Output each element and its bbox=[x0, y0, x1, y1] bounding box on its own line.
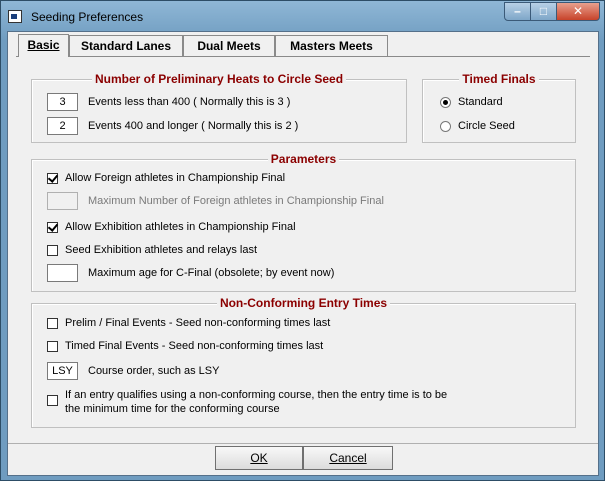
tab-basic[interactable]: Basic bbox=[18, 34, 69, 57]
course-order-input[interactable]: LSY bbox=[47, 362, 78, 380]
allow-foreign-checkbox[interactable] bbox=[47, 172, 58, 184]
title-bar[interactable]: Seeding Preferences – □ ✕ bbox=[1, 1, 604, 31]
close-icon: ✕ bbox=[572, 4, 584, 18]
timed-finals-group: Timed Finals Standard Circle Seed bbox=[422, 72, 576, 143]
heats-long-input[interactable]: 2 bbox=[47, 117, 78, 135]
heats-legend: Number of Preliminary Heats to Circle Se… bbox=[32, 72, 406, 86]
radio-circle-seed-label: Circle Seed bbox=[458, 120, 515, 132]
radio-circle-seed-button[interactable] bbox=[440, 120, 451, 132]
nonconforming-title: Non-Conforming Entry Times bbox=[216, 296, 391, 310]
allow-foreign-label: Allow Foreign athletes in Championship F… bbox=[65, 172, 286, 184]
tab-standard-lanes[interactable]: Standard Lanes bbox=[69, 35, 183, 56]
course-order-label: Course order, such as LSY bbox=[88, 365, 220, 377]
timed-final-row[interactable]: Timed Final Events - Seed non-conforming… bbox=[47, 340, 323, 352]
prelim-final-label: Prelim / Final Events - Seed non-conform… bbox=[65, 317, 331, 329]
max-foreign-label: Maximum Number of Foreign athletes in Ch… bbox=[88, 195, 384, 207]
radio-standard-label: Standard bbox=[458, 96, 503, 108]
heats-group: Number of Preliminary Heats to Circle Se… bbox=[31, 72, 407, 143]
footer-separator bbox=[8, 443, 598, 444]
radio-standard[interactable]: Standard bbox=[440, 96, 503, 108]
parameters-title: Parameters bbox=[267, 152, 340, 166]
allow-foreign-row[interactable]: Allow Foreign athletes in Championship F… bbox=[47, 172, 285, 184]
allow-exhibition-label: Allow Exhibition athletes in Championshi… bbox=[65, 221, 296, 233]
heats-short-input[interactable]: 3 bbox=[47, 93, 78, 111]
max-age-input[interactable] bbox=[47, 264, 78, 282]
allow-exhibition-row[interactable]: Allow Exhibition athletes in Championshi… bbox=[47, 221, 296, 233]
tab-basic-label: Basic bbox=[27, 38, 60, 52]
timed-final-checkbox[interactable] bbox=[47, 340, 58, 352]
tab-strip-line bbox=[16, 56, 590, 57]
heats-row-short: 3 Events less than 400 ( Normally this i… bbox=[47, 93, 290, 111]
minimize-button[interactable]: – bbox=[504, 2, 531, 21]
tab-dual-meets[interactable]: Dual Meets bbox=[183, 35, 275, 56]
qualify-label-line1: If an entry qualifies using a non-confor… bbox=[65, 389, 448, 401]
minimize-icon: – bbox=[514, 4, 521, 18]
timed-finals-title: Timed Finals bbox=[459, 72, 539, 86]
nonconforming-legend: Non-Conforming Entry Times bbox=[32, 296, 575, 310]
max-age-label: Maximum age for C-Final (obsolete; by ev… bbox=[88, 267, 335, 279]
maximize-icon: □ bbox=[539, 4, 548, 18]
allow-exhibition-checkbox[interactable] bbox=[47, 221, 58, 233]
max-age-row: Maximum age for C-Final (obsolete; by ev… bbox=[47, 264, 334, 282]
heats-title: Number of Preliminary Heats to Circle Se… bbox=[91, 72, 347, 86]
tab-standard-lanes-label: Standard Lanes bbox=[80, 39, 172, 53]
seed-exhibition-checkbox[interactable] bbox=[47, 244, 58, 256]
max-foreign-row: Maximum Number of Foreign athletes in Ch… bbox=[47, 192, 384, 210]
cancel-button[interactable]: Cancel bbox=[303, 446, 393, 470]
window-title: Seeding Preferences bbox=[31, 10, 144, 24]
ok-button[interactable]: OK bbox=[215, 446, 303, 470]
tab-dual-meets-label: Dual Meets bbox=[197, 39, 261, 53]
qualify-row[interactable]: If an entry qualifies using a non-confor… bbox=[47, 388, 447, 416]
heats-long-label: Events 400 and longer ( Normally this is… bbox=[88, 120, 299, 132]
seed-exhibition-label: Seed Exhibition athletes and relays last bbox=[65, 244, 258, 256]
seed-exhibition-row[interactable]: Seed Exhibition athletes and relays last bbox=[47, 244, 257, 256]
parameters-legend: Parameters bbox=[32, 152, 575, 166]
heats-short-label: Events less than 400 ( Normally this is … bbox=[88, 96, 291, 108]
dialog-body: Basic Standard Lanes Dual Meets Masters … bbox=[7, 31, 599, 476]
nonconforming-group: Non-Conforming Entry Times Prelim / Fina… bbox=[31, 296, 576, 428]
radio-standard-button[interactable] bbox=[440, 96, 451, 108]
max-foreign-input[interactable] bbox=[47, 192, 78, 210]
close-button[interactable]: ✕ bbox=[556, 2, 600, 21]
prelim-final-checkbox[interactable] bbox=[47, 317, 58, 329]
qualify-checkbox[interactable] bbox=[47, 395, 58, 406]
maximize-button[interactable]: □ bbox=[530, 2, 557, 21]
qualify-label: If an entry qualifies using a non-confor… bbox=[65, 388, 447, 416]
timed-finals-legend: Timed Finals bbox=[423, 72, 575, 86]
seeding-preferences-window: Seeding Preferences – □ ✕ Basic Standard… bbox=[0, 0, 605, 481]
course-order-row: LSY Course order, such as LSY bbox=[47, 362, 219, 380]
tab-masters-meets-label: Masters Meets bbox=[290, 39, 373, 53]
radio-circle-seed[interactable]: Circle Seed bbox=[440, 120, 515, 132]
timed-final-label: Timed Final Events - Seed non-conforming… bbox=[65, 340, 324, 352]
cancel-button-label: Cancel bbox=[329, 451, 367, 465]
heats-row-long: 2 Events 400 and longer ( Normally this … bbox=[47, 117, 298, 135]
prelim-final-row[interactable]: Prelim / Final Events - Seed non-conform… bbox=[47, 317, 330, 329]
qualify-label-line2: the minimum time for the conforming cour… bbox=[65, 403, 280, 415]
ok-button-label: OK bbox=[250, 451, 268, 465]
parameters-group: Parameters Allow Foreign athletes in Cha… bbox=[31, 152, 576, 292]
app-icon bbox=[8, 10, 22, 23]
tab-masters-meets[interactable]: Masters Meets bbox=[275, 35, 388, 56]
